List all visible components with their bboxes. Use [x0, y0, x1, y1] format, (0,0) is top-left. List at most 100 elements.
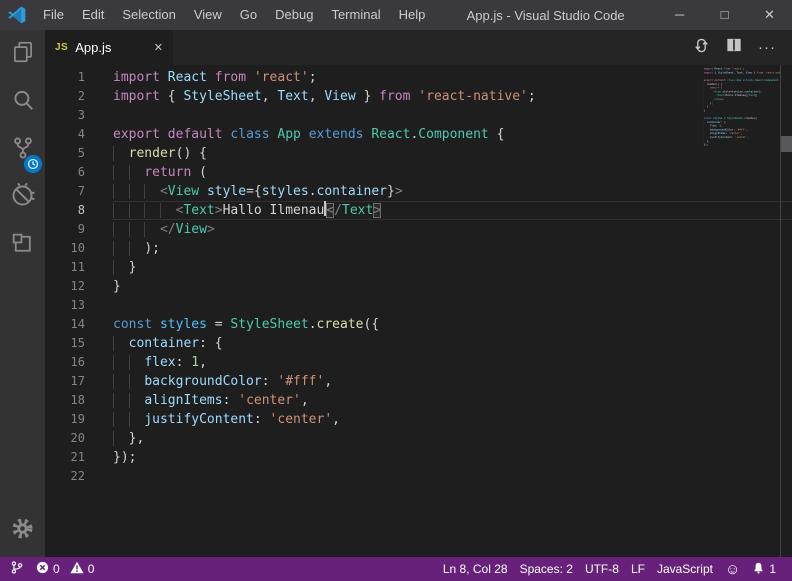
menu-selection[interactable]: Selection [113, 0, 184, 30]
code-line-16[interactable]: 16 flex: 1, [45, 353, 792, 372]
files-icon [10, 39, 36, 70]
code-line-1[interactable]: 1import React from 'react'; [45, 68, 792, 87]
menu-help[interactable]: Help [390, 0, 435, 30]
line-number: 8 [45, 201, 85, 220]
code-line-19[interactable]: 19 justifyContent: 'center', [45, 410, 792, 429]
line-number: 6 [45, 163, 85, 182]
line-number: 3 [45, 106, 85, 125]
status-bar: 0 0 Ln 8, Col 28 Spaces: 2 UTF-8 LF Java… [0, 557, 792, 581]
line-number: 1 [45, 68, 85, 87]
minimize-button[interactable]: ─ [657, 0, 702, 30]
code-line-15[interactable]: 15 container: { [45, 334, 792, 353]
tab-appjs[interactable]: JS App.js ✕ [45, 30, 173, 65]
sidebar-item-extensions[interactable] [0, 222, 45, 270]
line-number: 13 [45, 296, 85, 315]
line-number: 21 [45, 448, 85, 467]
code-line-7[interactable]: 7 <View style={styles.container}> [45, 182, 792, 201]
manage-button[interactable] [0, 511, 45, 551]
title-bar: FileEditSelectionViewGoDebugTerminalHelp… [0, 0, 792, 30]
sidebar-item-source-control[interactable] [0, 126, 45, 174]
line-number: 18 [45, 391, 85, 410]
indentation[interactable]: Spaces: 2 [520, 562, 573, 576]
sidebar-item-search[interactable] [0, 78, 45, 126]
open-changes-icon[interactable] [693, 37, 710, 59]
line-number: 9 [45, 220, 85, 239]
line-number: 16 [45, 353, 85, 372]
problems-button[interactable]: 0 0 [36, 561, 94, 577]
menu-bar: FileEditSelectionViewGoDebugTerminalHelp [34, 0, 434, 30]
code-line-8[interactable]: 8 <Text>Hallo Ilmenau</Text> [45, 201, 792, 220]
sidebar-item-explorer[interactable] [0, 30, 45, 78]
line-number: 11 [45, 258, 85, 277]
code-line-17[interactable]: 17 backgroundColor: '#fff', [45, 372, 792, 391]
code-line-9[interactable]: 9 </View> [45, 220, 792, 239]
menu-view[interactable]: View [185, 0, 231, 30]
code-line-18[interactable]: 18 alignItems: 'center', [45, 391, 792, 410]
line-number: 22 [45, 467, 85, 486]
activity-bar [0, 30, 45, 557]
sidebar-item-debug[interactable] [0, 174, 45, 222]
search-icon [10, 87, 36, 118]
git-branch-button[interactable] [10, 560, 24, 578]
line-number: 5 [45, 144, 85, 163]
code-line-6[interactable]: 6 return ( [45, 163, 792, 182]
javascript-file-icon: JS [55, 42, 68, 53]
scrollbar-thumb[interactable] [781, 136, 792, 152]
tab-close-icon[interactable]: ✕ [154, 41, 163, 54]
vscode-window: FileEditSelectionViewGoDebugTerminalHelp… [0, 0, 792, 581]
close-button[interactable]: ✕ [747, 0, 792, 30]
code-line-22[interactable]: 22 [45, 467, 792, 486]
eol-sequence[interactable]: LF [631, 562, 645, 576]
code-line-13[interactable]: 13 [45, 296, 792, 315]
window-title: App.js - Visual Studio Code [434, 8, 657, 23]
error-icon [36, 561, 49, 577]
git-branch-icon [10, 560, 24, 578]
code-line-10[interactable]: 10 ); [45, 239, 792, 258]
bell-icon [752, 561, 765, 578]
menu-debug[interactable]: Debug [266, 0, 322, 30]
code-content[interactable]: 1import React from 'react';2import { Sty… [45, 68, 792, 486]
feedback-button[interactable]: ☺ [725, 562, 740, 577]
menu-file[interactable]: File [34, 0, 73, 30]
code-line-12[interactable]: 12} [45, 277, 792, 296]
debug-icon [9, 182, 36, 214]
minimap[interactable]: import React from 'react';import { Style… [698, 67, 780, 179]
line-number: 12 [45, 277, 85, 296]
notification-count: 1 [769, 562, 776, 576]
code-line-11[interactable]: 11 } [45, 258, 792, 277]
code-editor[interactable]: 1import React from 'react';2import { Sty… [45, 65, 792, 557]
split-editor-icon[interactable] [726, 37, 742, 58]
line-number: 7 [45, 182, 85, 201]
maximize-button[interactable]: □ [702, 0, 747, 30]
code-line-14[interactable]: 14const styles = StyleSheet.create({ [45, 315, 792, 334]
line-number: 2 [45, 87, 85, 106]
code-line-3[interactable]: 3 [45, 106, 792, 125]
smiley-icon: ☺ [725, 562, 740, 577]
line-number: 19 [45, 410, 85, 429]
notifications-button[interactable]: 1 [752, 561, 776, 578]
menu-terminal[interactable]: Terminal [322, 0, 389, 30]
menu-go[interactable]: Go [231, 0, 266, 30]
line-number: 17 [45, 372, 85, 391]
code-line-21[interactable]: 21}); [45, 448, 792, 467]
code-line-2[interactable]: 2import { StyleSheet, Text, View } from … [45, 87, 792, 106]
line-number: 20 [45, 429, 85, 448]
line-number: 10 [45, 239, 85, 258]
more-actions-icon[interactable]: ··· [758, 39, 776, 56]
tab-bar: JS App.js ✕ ··· [45, 30, 792, 65]
tab-label: App.js [75, 40, 111, 55]
line-number: 15 [45, 334, 85, 353]
vscode-logo-icon [0, 5, 34, 25]
code-line-4[interactable]: 4export default class App extends React.… [45, 125, 792, 144]
clock-badge [24, 155, 42, 173]
language-mode[interactable]: JavaScript [657, 562, 713, 576]
editor-actions: ··· [693, 30, 792, 65]
window-controls: ─ □ ✕ [657, 0, 792, 30]
code-line-20[interactable]: 20 }, [45, 429, 792, 448]
warning-icon [70, 561, 84, 577]
warning-count: 0 [88, 562, 95, 576]
menu-edit[interactable]: Edit [73, 0, 113, 30]
encoding[interactable]: UTF-8 [585, 562, 619, 576]
code-line-5[interactable]: 5 render() { [45, 144, 792, 163]
cursor-position[interactable]: Ln 8, Col 28 [443, 562, 508, 576]
